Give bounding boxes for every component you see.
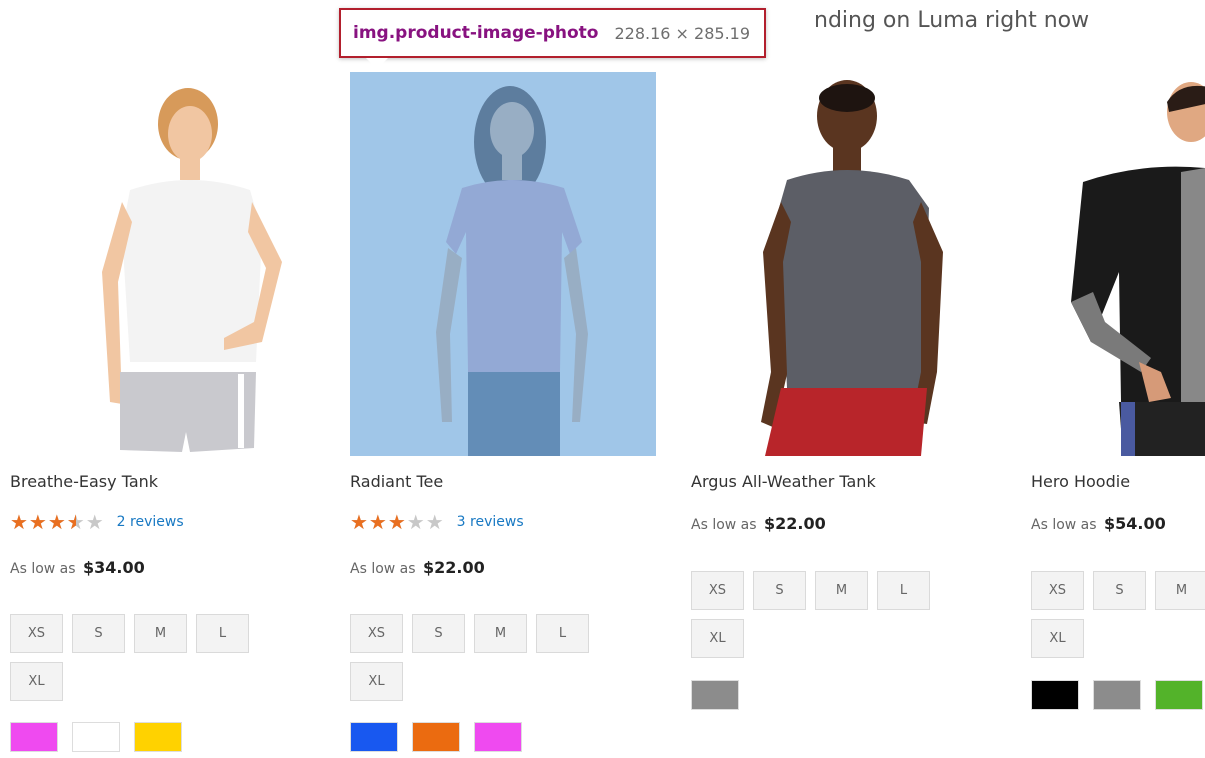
- size-option-xs[interactable]: XS: [350, 614, 403, 653]
- color-swatch[interactable]: [474, 722, 522, 752]
- price-prefix: As low as: [350, 561, 416, 577]
- color-swatch[interactable]: [691, 680, 739, 710]
- rating-fill: ★★★★★: [10, 512, 76, 532]
- size-option-m[interactable]: M: [815, 571, 868, 610]
- product-image-photo[interactable]: [10, 72, 316, 456]
- size-option-xs[interactable]: XS: [10, 614, 63, 653]
- size-options: XS S M L XL: [350, 614, 610, 701]
- product-name-link[interactable]: Breathe-Easy Tank: [10, 472, 158, 491]
- color-swatch[interactable]: [1093, 680, 1141, 710]
- star-icon: ★★★★★ ★★★★★: [10, 510, 105, 534]
- size-option-s[interactable]: S: [753, 571, 806, 610]
- reviews-link[interactable]: 2 reviews: [117, 514, 184, 530]
- price-amount: $22.00: [423, 558, 485, 577]
- size-option-m[interactable]: M: [474, 614, 527, 653]
- size-option-m[interactable]: M: [1155, 571, 1205, 610]
- product-name-link[interactable]: Argus All-Weather Tank: [691, 472, 876, 491]
- size-option-xl[interactable]: XL: [691, 619, 744, 658]
- product-price: As low as $54.00: [1031, 514, 1166, 533]
- size-option-xl[interactable]: XL: [350, 662, 403, 701]
- size-option-s[interactable]: S: [412, 614, 465, 653]
- size-option-l[interactable]: L: [877, 571, 930, 610]
- color-swatch[interactable]: [412, 722, 460, 752]
- size-option-m[interactable]: M: [134, 614, 187, 653]
- color-swatch[interactable]: [10, 722, 58, 752]
- size-option-s[interactable]: S: [1093, 571, 1146, 610]
- product-name-link[interactable]: Radiant Tee: [350, 472, 443, 491]
- size-option-xl[interactable]: XL: [10, 662, 63, 701]
- inspect-tooltip-dimensions: 228.16 × 285.19: [614, 23, 751, 43]
- inspect-tooltip-selector: img.product-image-photo: [353, 23, 599, 43]
- inspect-tooltip-arrow: [366, 58, 388, 69]
- price-prefix: As low as: [691, 517, 757, 533]
- product-image-photo[interactable]: [691, 72, 997, 456]
- color-swatches: [10, 722, 182, 752]
- color-swatches: [1031, 680, 1203, 710]
- price-amount: $54.00: [1104, 514, 1166, 533]
- color-swatch[interactable]: [134, 722, 182, 752]
- product-price: As low as $22.00: [350, 558, 485, 577]
- product-card: Radiant Tee ★★★★★ ★★★★★ 3 reviews As low…: [350, 0, 670, 758]
- color-swatches: [691, 680, 739, 710]
- product-rating: ★★★★★ ★★★★★ 2 reviews: [10, 512, 184, 532]
- color-swatch[interactable]: [72, 722, 120, 752]
- size-option-l[interactable]: L: [536, 614, 589, 653]
- size-option-xl[interactable]: XL: [1031, 619, 1084, 658]
- product-card: Argus All-Weather Tank As low as $22.00 …: [691, 0, 1011, 758]
- reviews-link[interactable]: 3 reviews: [457, 514, 524, 530]
- product-card: Hero Hoodie As low as $54.00 XS S M L XL: [1031, 0, 1205, 758]
- price-prefix: As low as: [10, 561, 76, 577]
- color-swatches: [350, 722, 522, 752]
- price-prefix: As low as: [1031, 517, 1097, 533]
- size-options: XS S M L XL: [1031, 571, 1205, 658]
- product-name-link[interactable]: Hero Hoodie: [1031, 472, 1130, 491]
- size-option-s[interactable]: S: [72, 614, 125, 653]
- size-options: XS S M L XL: [691, 571, 951, 658]
- size-option-xs[interactable]: XS: [1031, 571, 1084, 610]
- product-image-photo[interactable]: [350, 72, 656, 456]
- rating-fill: ★★★★★: [350, 512, 407, 532]
- star-icon: ★★★★★ ★★★★★: [350, 510, 445, 534]
- size-option-l[interactable]: L: [196, 614, 249, 653]
- product-price: As low as $34.00: [10, 558, 145, 577]
- price-amount: $34.00: [83, 558, 145, 577]
- color-swatch[interactable]: [350, 722, 398, 752]
- product-card: Breathe-Easy Tank ★★★★★ ★★★★★ 2 reviews …: [10, 0, 330, 758]
- inspect-tooltip: img.product-image-photo 228.16 × 285.19: [339, 8, 767, 58]
- product-price: As low as $22.00: [691, 514, 826, 533]
- product-rating: ★★★★★ ★★★★★ 3 reviews: [350, 512, 524, 532]
- product-image-photo[interactable]: [1031, 72, 1205, 456]
- product-grid-page: nding on Luma right now Breathe-Easy Tan…: [0, 0, 1205, 758]
- size-option-xs[interactable]: XS: [691, 571, 744, 610]
- price-amount: $22.00: [764, 514, 826, 533]
- size-options: XS S M L XL: [10, 614, 270, 701]
- color-swatch[interactable]: [1031, 680, 1079, 710]
- color-swatch[interactable]: [1155, 680, 1203, 710]
